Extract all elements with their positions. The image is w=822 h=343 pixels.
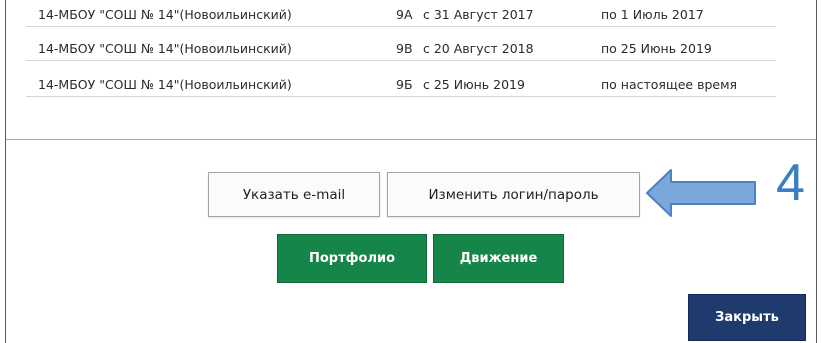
class-history-table: 14-МБОУ "СОШ № 14"(Новоильинский) 9А с 3… bbox=[6, 0, 816, 140]
date-to-cell: по 1 Июль 2017 bbox=[601, 7, 704, 22]
set-email-button[interactable]: Указать e-mail bbox=[208, 172, 380, 217]
date-from-cell: с 20 Август 2018 bbox=[423, 41, 534, 56]
portfolio-button[interactable]: Портфолио bbox=[277, 234, 427, 283]
class-cell: 9А bbox=[396, 7, 413, 22]
date-to-cell: по 25 Июнь 2019 bbox=[601, 41, 712, 56]
movement-button[interactable]: Движение bbox=[433, 234, 564, 283]
class-cell: 9В bbox=[396, 41, 413, 56]
date-from-cell: с 25 Июнь 2019 bbox=[423, 77, 525, 92]
screenshot-frame: 14-МБОУ "СОШ № 14"(Новоильинский) 9А с 3… bbox=[0, 0, 822, 343]
table-row: 14-МБОУ "СОШ № 14"(Новоильинский) 9В с 2… bbox=[6, 37, 816, 61]
table-row: 14-МБОУ "СОШ № 14"(Новоильинский) 9А с 3… bbox=[6, 3, 816, 27]
date-to-cell: по настоящее время bbox=[601, 77, 738, 92]
school-cell: 14-МБОУ "СОШ № 14"(Новоильинский) bbox=[38, 7, 292, 22]
annotation-step-number: 4 bbox=[776, 154, 805, 212]
school-cell: 14-МБОУ "СОШ № 14"(Новоильинский) bbox=[38, 41, 292, 56]
date-from-cell: с 31 Август 2017 bbox=[423, 7, 534, 22]
change-login-password-button[interactable]: Изменить логин/пароль bbox=[387, 172, 640, 217]
school-cell: 14-МБОУ "СОШ № 14"(Новоильинский) bbox=[38, 77, 292, 92]
table-row: 14-МБОУ "СОШ № 14"(Новоильинский) 9Б с 2… bbox=[6, 73, 816, 97]
annotation-arrow-icon bbox=[646, 169, 756, 217]
close-button[interactable]: Закрыть bbox=[688, 294, 806, 341]
class-cell: 9Б bbox=[396, 77, 413, 92]
